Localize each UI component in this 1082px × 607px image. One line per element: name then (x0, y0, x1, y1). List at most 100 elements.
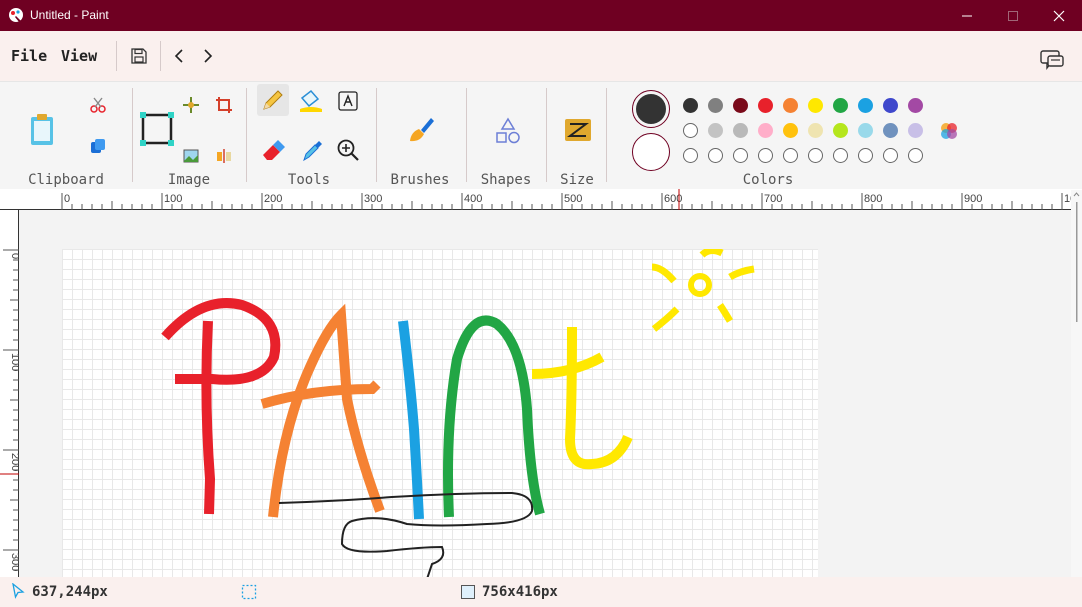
palette-swatch[interactable] (808, 98, 823, 113)
comments-button[interactable] (1038, 47, 1066, 73)
crop-button[interactable] (214, 94, 234, 116)
ribbon-divider (466, 88, 467, 182)
image-properties-button[interactable] (181, 146, 201, 166)
secondary-color-button[interactable] (632, 133, 670, 171)
redo-button[interactable] (199, 45, 217, 67)
palette-swatch[interactable] (733, 123, 748, 138)
palette-swatch[interactable] (683, 123, 698, 138)
ribbon-divider (546, 88, 547, 182)
undo-button[interactable] (170, 45, 188, 67)
close-button[interactable] (1036, 0, 1082, 31)
drawing-canvas[interactable] (62, 249, 818, 577)
primary-color-button[interactable] (632, 90, 670, 128)
paint-app-icon (9, 8, 23, 22)
paint-bucket-icon (300, 89, 322, 112)
image-icon (183, 149, 199, 163)
pencil-icon (263, 90, 283, 110)
minimize-icon (962, 15, 972, 16)
shapes-button[interactable] (493, 116, 523, 146)
custom-color-slot[interactable] (858, 148, 873, 163)
crop-icon (216, 97, 232, 113)
shapes-icon (496, 117, 520, 144)
palette-swatch[interactable] (858, 123, 873, 138)
menu-view[interactable]: View (61, 47, 97, 65)
custom-color-slot[interactable] (808, 148, 823, 163)
size-button[interactable] (563, 116, 593, 144)
maximize-button (990, 0, 1036, 31)
brush-icon (410, 118, 434, 142)
flip-button[interactable] (214, 146, 234, 166)
palette-swatch[interactable] (858, 98, 873, 113)
group-label-clipboard: Clipboard (28, 172, 104, 188)
palette-swatch[interactable] (783, 98, 798, 113)
resize-icon (183, 97, 199, 113)
brushes-button[interactable] (405, 114, 437, 146)
edit-colors-button[interactable] (937, 119, 961, 143)
custom-color-slot[interactable] (883, 148, 898, 163)
scroll-thumb (1076, 202, 1078, 322)
select-button[interactable] (140, 112, 174, 146)
custom-color-slot[interactable] (908, 148, 923, 163)
group-label-size: Size (560, 172, 594, 188)
palette-swatch[interactable] (758, 98, 773, 113)
ruler-label: 500 (564, 193, 582, 205)
text-tool[interactable] (337, 90, 359, 112)
palette-swatch[interactable] (683, 98, 698, 113)
custom-color-slot[interactable] (758, 148, 773, 163)
custom-color-slot[interactable] (833, 148, 848, 163)
stroke-letter-a (268, 303, 385, 518)
horizontal-ruler: 010020030040050060070080090010 (0, 189, 1082, 210)
group-label-tools: Tools (287, 172, 331, 188)
stroke-size-icon (565, 119, 591, 141)
chevron-left-icon (174, 49, 183, 63)
palette-swatch[interactable] (908, 98, 923, 113)
palette-swatch[interactable] (708, 98, 723, 113)
eraser-tool[interactable] (259, 136, 287, 164)
cut-button[interactable] (88, 94, 108, 116)
sun-rays (651, 249, 755, 332)
palette-swatch[interactable] (883, 123, 898, 138)
palette-swatch[interactable] (783, 123, 798, 138)
resize-button[interactable] (181, 94, 201, 116)
palette-swatch[interactable] (833, 123, 848, 138)
ruler-label: 100 (9, 353, 19, 371)
workspace (20, 211, 1070, 577)
palette-swatch[interactable] (833, 98, 848, 113)
palette-swatch[interactable] (758, 123, 773, 138)
custom-color-slot[interactable] (683, 148, 698, 163)
ribbon-divider (246, 88, 247, 182)
pencil-tool[interactable] (257, 84, 289, 116)
stroke-letter-t (564, 326, 633, 470)
fill-tool[interactable] (297, 88, 325, 114)
magnifier-tool[interactable] (335, 137, 361, 163)
group-label-image: Image (167, 172, 211, 188)
ribbon: Clipboard Image Tools Brushes Shapes Siz… (0, 81, 1082, 189)
menu-file[interactable]: File (11, 47, 47, 65)
minimize-button[interactable] (944, 0, 990, 31)
ruler-label: 200 (9, 453, 19, 471)
save-button[interactable] (128, 45, 150, 67)
copy-button[interactable] (88, 135, 108, 157)
copy-icon (91, 139, 105, 153)
palette-swatch[interactable] (808, 123, 823, 138)
menu-bar: File View (0, 31, 1082, 81)
close-icon (1053, 10, 1065, 21)
palette-swatch[interactable] (883, 98, 898, 113)
palette-swatch[interactable] (708, 123, 723, 138)
menu-divider (160, 41, 161, 71)
ruler-label: 800 (864, 193, 882, 205)
stroke-letter-n (443, 315, 545, 518)
flip-icon (217, 149, 231, 163)
custom-color-slot[interactable] (733, 148, 748, 163)
paste-button[interactable] (26, 112, 58, 148)
color-picker-tool[interactable] (300, 138, 324, 164)
palette-swatch[interactable] (908, 123, 923, 138)
primary-color-swatch (636, 94, 666, 124)
ruler-label: 600 (664, 193, 682, 205)
custom-color-slot[interactable] (708, 148, 723, 163)
custom-color-slot[interactable] (783, 148, 798, 163)
ruler-label: 200 (264, 193, 282, 205)
color-wheel-icon (941, 123, 957, 139)
vertical-scrollbar[interactable] (1071, 190, 1082, 577)
palette-swatch[interactable] (733, 98, 748, 113)
